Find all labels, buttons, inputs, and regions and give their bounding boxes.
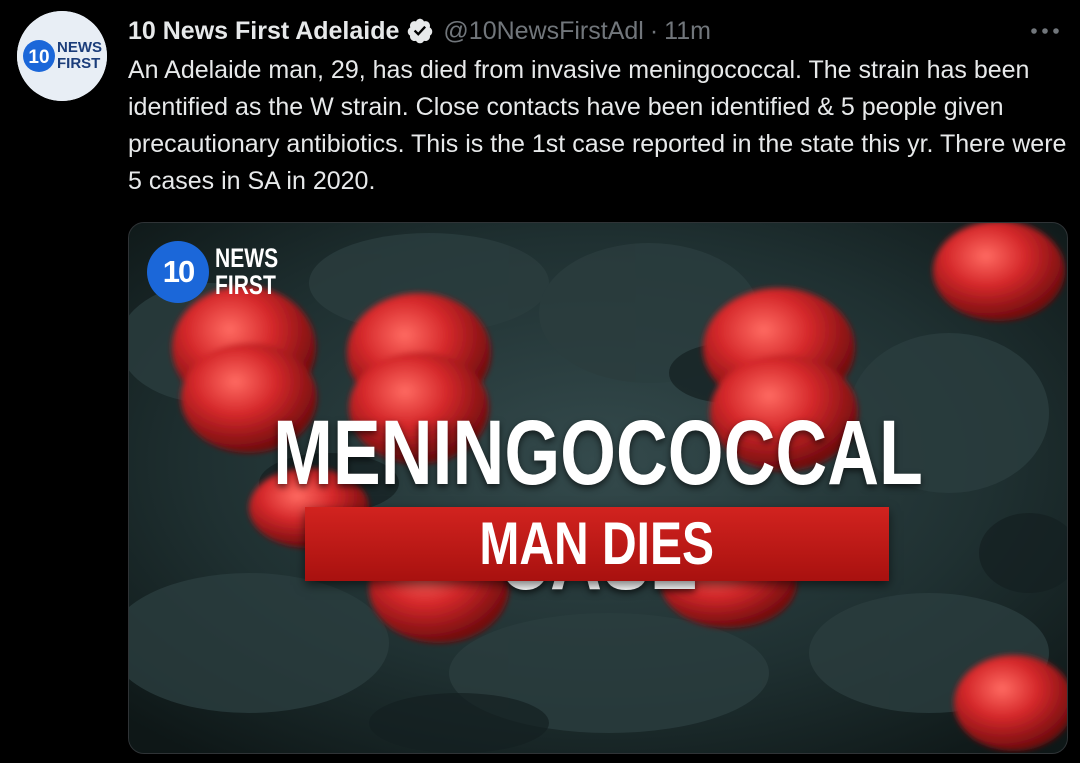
display-name[interactable]: 10 News First Adelaide [128, 17, 399, 46]
media-banner: MAN DIES [305, 507, 889, 581]
tweet-text: An Adelaide man, 29, has died from invas… [128, 56, 1067, 195]
svg-text:10: 10 [28, 47, 49, 68]
media-news-first-logo: 10 NEWS FIRST [147, 241, 296, 303]
media-logo-circle: 10 [147, 241, 209, 303]
user-handle[interactable]: @10NewsFirstAdl [443, 17, 643, 46]
svg-text:FIRST: FIRST [57, 55, 100, 72]
more-options-icon[interactable] [1027, 16, 1063, 46]
timestamp[interactable]: 11m [664, 17, 711, 46]
media-logo-line1: NEWS [215, 243, 279, 273]
media-logo-line2: FIRST [215, 270, 276, 300]
media-banner-text: MAN DIES [479, 510, 715, 577]
media-logo-text: NEWS FIRST [215, 245, 278, 299]
news-first-logo-icon: 10 NEWS FIRST [17, 11, 107, 101]
separator-dot: · [649, 16, 659, 45]
tweet[interactable]: 10 NEWS FIRST 10 News First Adelaide @10… [0, 0, 1080, 763]
tweet-header: 10 News First Adelaide @10NewsFirstAdl ·… [128, 14, 711, 48]
avatar[interactable]: 10 NEWS FIRST [17, 11, 107, 101]
svg-text:NEWS: NEWS [57, 39, 102, 56]
tweet-media-image[interactable]: 10 NEWS FIRST MENINGOCOCCAL CASE MAN DIE… [128, 222, 1068, 754]
verified-badge-icon [406, 17, 434, 45]
